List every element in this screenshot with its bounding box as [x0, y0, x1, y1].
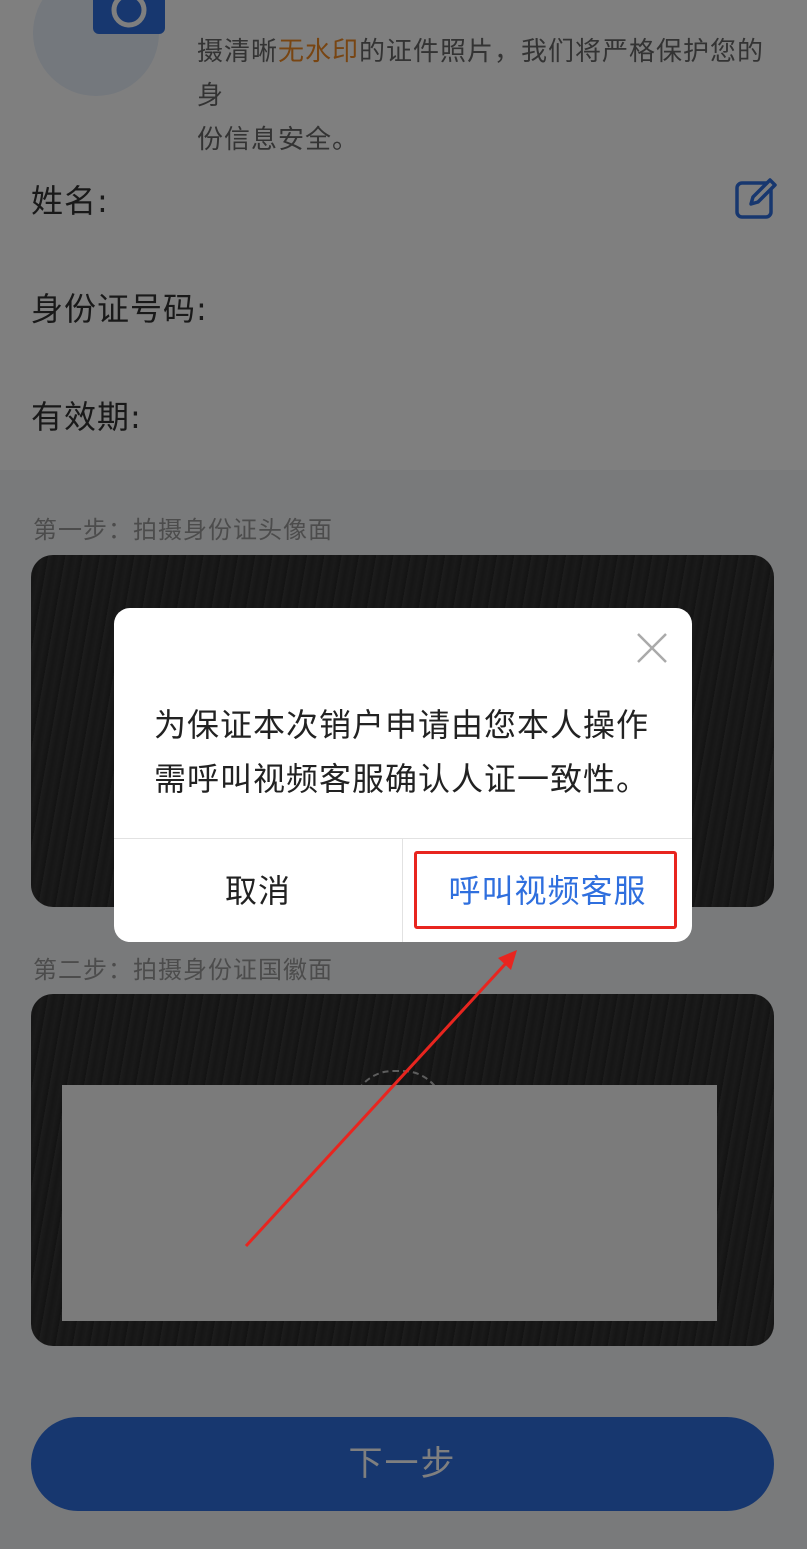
page: 摄清晰无水印的证件照片，我们将严格保护您的身 份信息安全。 姓名: 身份证号码:… — [0, 0, 807, 1549]
cancel-button[interactable]: 取消 — [114, 839, 402, 942]
close-icon[interactable] — [634, 630, 670, 666]
annotation-highlight-box — [414, 851, 677, 929]
dialog-message-line-2: 需呼叫视频客服确认人证一致性。 — [154, 760, 650, 798]
dialog-message: 为保证本次销户申请由您本人操作 需呼叫视频客服确认人证一致性。 — [154, 698, 664, 806]
dialog-message-line-1: 为保证本次销户申请由您本人操作 — [154, 706, 650, 744]
